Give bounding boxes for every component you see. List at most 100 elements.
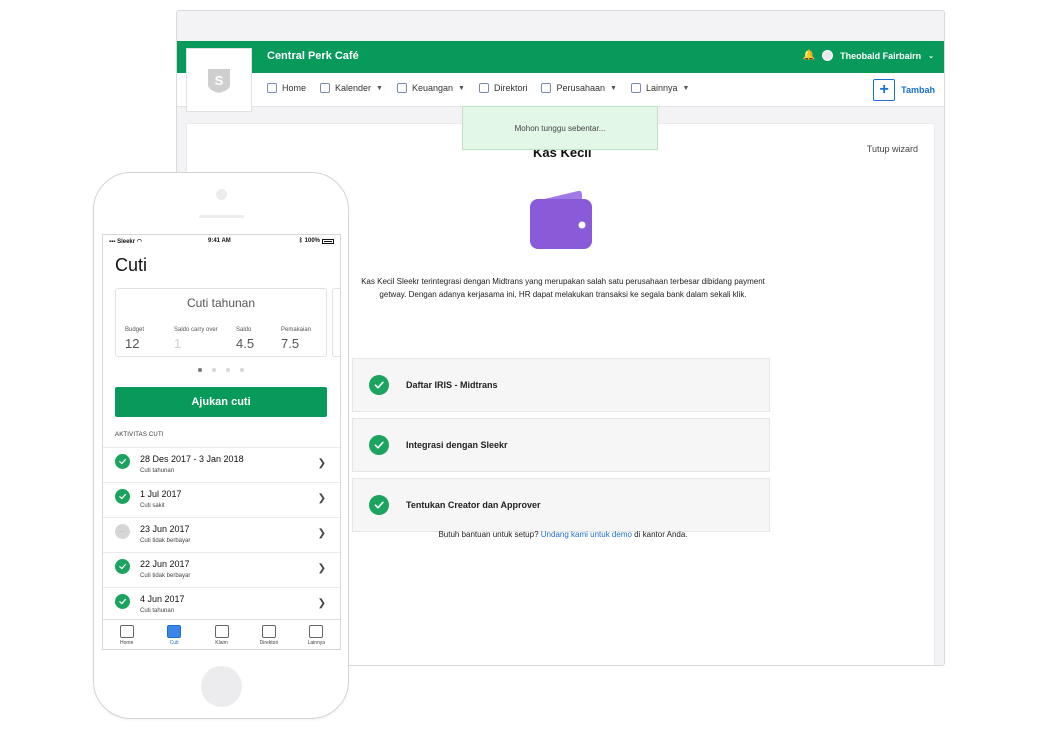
wizard-step-label: Daftar IRIS - Midtrans — [406, 380, 498, 390]
activity-date: 4 Jun 2017 — [140, 594, 185, 604]
status-bar: ▪▪▪ Sleekr ◠ 9:41 AM ᛒ 100% — [103, 235, 340, 247]
tab-lainnya[interactable]: Lainnya — [293, 620, 340, 649]
nav-item-label: Perusahaan — [556, 83, 606, 93]
nav-item-label: Direktori — [493, 83, 528, 93]
loading-toast: Mohon tunggu sebentar... — [462, 106, 658, 150]
check-circle-icon — [369, 495, 389, 515]
caret-down-icon: ▼ — [458, 84, 465, 92]
battery-icon — [322, 238, 334, 244]
page-title: Cuti — [115, 255, 148, 275]
nav-item-perusahaan[interactable]: Perusahaan ▼ — [541, 83, 617, 93]
battery-percent: 100% — [304, 238, 320, 244]
stat-label: Saldo carry over — [174, 327, 218, 333]
notification-bell-icon[interactable]: 🔔 — [803, 50, 815, 61]
chevron-right-icon: ❯ — [317, 493, 326, 504]
stat-value: 4.5 — [236, 336, 255, 351]
carousel-dot[interactable] — [226, 368, 230, 372]
demo-link[interactable]: Undang kami untuk demo — [541, 530, 632, 539]
tab-direktori[interactable]: Direktori — [245, 620, 292, 649]
clock: 9:41 AM — [208, 238, 231, 244]
chevron-right-icon: ❯ — [317, 598, 326, 609]
tab-cuti[interactable]: Cuti — [150, 620, 197, 649]
company-name[interactable]: Central Perk Café — [267, 50, 359, 62]
user-name[interactable]: Theobald Fairbairn — [840, 51, 921, 61]
tab-bar: Home Cuti Klaim Direktori Lainnya — [103, 619, 340, 649]
caret-down-icon: ▼ — [682, 84, 690, 92]
nav-item-label: Keuangan — [411, 83, 454, 93]
activity-date: 28 Des 2017 - 3 Jan 2018 — [140, 454, 244, 464]
wizard-step-label: Tentukan Creator dan Approver — [406, 500, 541, 510]
nav-item-label: Home — [282, 83, 307, 93]
wizard-step-label: Integrasi dengan Sleekr — [406, 440, 508, 450]
nav-icon — [320, 83, 331, 93]
activity-type: Cuti tahunan — [140, 608, 175, 614]
wallet-icon — [530, 190, 592, 249]
list-item[interactable]: 22 Jun 2017 Cuti tidak berbayar ❯ — [103, 552, 340, 587]
logo-letter: S — [215, 73, 224, 88]
nav-item-label: Kalender — [335, 83, 372, 93]
caret-down-icon: ▼ — [610, 84, 617, 92]
carousel-dots — [198, 368, 244, 372]
help-text: Butuh bantuan untuk setup? Undang kami u… — [361, 530, 765, 539]
wizard-step[interactable]: Daftar IRIS - Midtrans — [352, 358, 770, 412]
nav-item-keuangan[interactable]: Keuangan ▼ — [396, 83, 465, 93]
cuti-icon — [167, 625, 182, 638]
carousel-dot[interactable] — [212, 368, 216, 372]
section-title: AKTIVITAS CUTI — [115, 432, 164, 438]
apply-leave-button[interactable]: Ajukan cuti — [115, 387, 327, 417]
klaim-icon — [214, 625, 229, 638]
wizard-step[interactable]: Tentukan Creator dan Approver — [352, 478, 770, 532]
list-item[interactable]: 28 Des 2017 - 3 Jan 2018 Cuti tahunan ❯ — [103, 447, 340, 482]
tab-label: Home — [120, 640, 134, 646]
nav-items: Home Kalender ▼ Keuangan ▼ Direktori Perusahaa… — [267, 83, 689, 93]
leave-balance-card[interactable]: Cuti tahunan Budget 12 Saldo carry over 1 Sa… — [115, 288, 327, 357]
activity-type: Cuti tahunan — [140, 468, 175, 474]
help-prefix: Butuh bantuan untuk setup? — [438, 530, 539, 539]
nav-item-kalender[interactable]: Kalender ▼ — [320, 83, 383, 93]
tab-label: Lainnya — [307, 640, 326, 646]
carrier-name: Sleekr — [117, 239, 136, 245]
tab-home[interactable]: Home — [103, 620, 150, 649]
bluetooth-icon: ᛒ — [299, 238, 303, 244]
add-button[interactable]: + Tambah — [873, 79, 935, 101]
activity-list: 28 Des 2017 - 3 Jan 2018 Cuti tahunan ❯ 1 J… — [103, 447, 340, 622]
list-item[interactable]: ··· 23 Jun 2017 Cuti tidak berbayar ❯ — [103, 517, 340, 552]
check-circle-icon — [115, 489, 130, 504]
sleekr-shield-icon: S — [208, 69, 230, 93]
close-wizard-link[interactable]: Tutup wizard — [867, 144, 918, 154]
carousel-dot[interactable] — [198, 368, 202, 372]
nav-icon — [267, 83, 277, 93]
card-title: Cuti tahunan — [186, 296, 256, 310]
carousel-dot[interactable] — [240, 368, 244, 372]
nav-item-direktori[interactable]: Direktori — [478, 83, 528, 93]
lainnya-icon — [309, 625, 324, 638]
phone-screen: ▪▪▪ Sleekr ◠ 9:41 AM ᛒ 100% Cuti Cuti tah… — [102, 234, 341, 650]
stat-value: 1 — [174, 336, 182, 351]
check-circle-icon — [115, 594, 130, 609]
company-logo[interactable]: S — [186, 48, 252, 112]
nav-item-label: Lainnya — [645, 83, 678, 93]
avatar[interactable] — [822, 50, 834, 61]
tab-label: Cuti — [169, 640, 179, 646]
activity-type: Cuti sakit — [140, 503, 165, 509]
tab-klaim[interactable]: Klaim — [198, 620, 245, 649]
activity-date: 1 Jul 2017 — [140, 489, 182, 499]
list-item[interactable]: 4 Jun 2017 Cuti tahunan ❯ — [103, 587, 340, 622]
nav-item-lainnya[interactable]: Lainnya ▼ — [630, 83, 690, 93]
phone-camera — [216, 189, 227, 200]
stat-label: Budget — [125, 327, 145, 333]
wizard-description: Kas Kecil Sleekr terintegrasi dengan Mid… — [361, 277, 765, 299]
battery-status: ᛒ 100% — [299, 238, 334, 244]
activity-date: 22 Jun 2017 — [140, 559, 190, 569]
check-circle-icon — [369, 375, 389, 395]
stat-value: 12 — [125, 336, 140, 351]
chevron-right-icon: ❯ — [317, 528, 326, 539]
nav-icon — [541, 83, 552, 93]
list-item[interactable]: 1 Jul 2017 Cuti sakit ❯ — [103, 482, 340, 517]
wizard-step[interactable]: Integrasi dengan Sleekr — [352, 418, 770, 472]
next-card-peek[interactable] — [332, 288, 340, 357]
chevron-down-icon[interactable]: ⌄ — [928, 52, 934, 60]
nav-item-home[interactable]: Home — [267, 83, 306, 93]
home-icon — [119, 625, 134, 638]
chevron-right-icon: ❯ — [317, 563, 326, 574]
